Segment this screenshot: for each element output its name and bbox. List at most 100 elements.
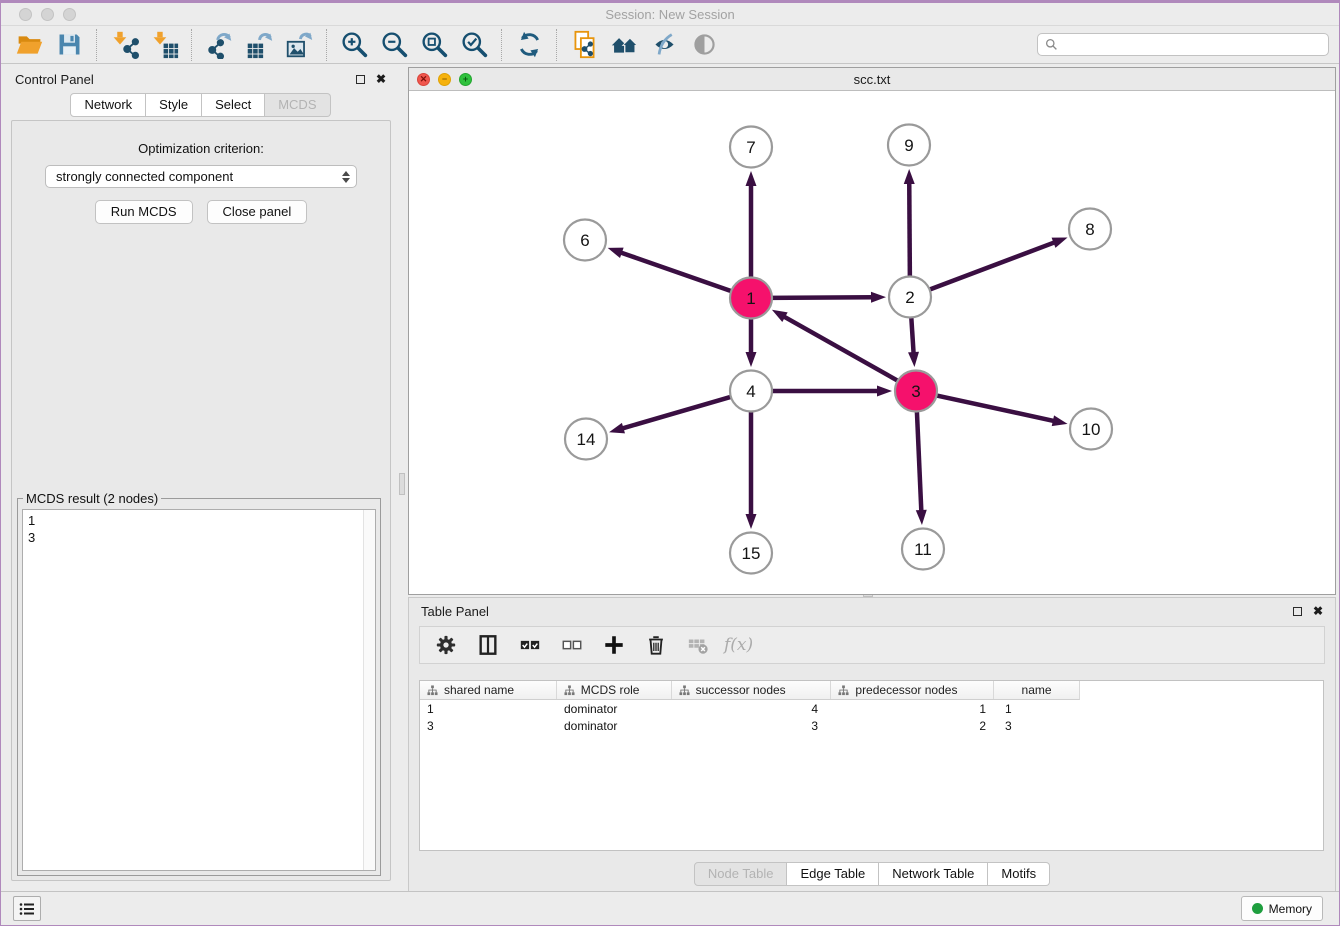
- cell-predecessor-nodes: 2: [832, 719, 995, 733]
- table-panel: Table Panel ✖: [408, 597, 1336, 892]
- refresh-icon[interactable]: [509, 29, 549, 61]
- graph-edge[interactable]: [928, 242, 1056, 290]
- graph-edge-arrowhead: [746, 171, 757, 186]
- vertical-splitter[interactable]: [399, 473, 405, 495]
- cell-predecessor-nodes: 1: [832, 702, 995, 716]
- graph-edge[interactable]: [917, 410, 922, 512]
- delete-column-trash-icon[interactable]: [640, 630, 672, 660]
- graph-node-label: 7: [746, 138, 755, 157]
- tab-style[interactable]: Style: [146, 93, 202, 117]
- graph-edge[interactable]: [911, 316, 913, 354]
- create-column-plus-icon[interactable]: [598, 630, 630, 660]
- hide-graphics-details-icon[interactable]: [644, 29, 684, 61]
- tab-mcds[interactable]: MCDS: [265, 93, 330, 117]
- zoom-out-icon[interactable]: [374, 29, 414, 61]
- status-bar: Memory: [1, 891, 1339, 925]
- export-table-icon[interactable]: [239, 29, 279, 61]
- node-table-header-row: shared name MCDS role successor nodes pr…: [420, 681, 1080, 700]
- main-toolbar: [1, 26, 1339, 64]
- column-header-mcds-role[interactable]: MCDS role: [557, 681, 672, 699]
- network-view-window: ✕ − + scc.txt 7968124314101511: [408, 67, 1336, 595]
- tab-select[interactable]: Select: [202, 93, 265, 117]
- table-row[interactable]: 1 dominator 4 1 1: [420, 701, 1323, 717]
- search-input[interactable]: [1063, 38, 1321, 52]
- cell-shared-name: 3: [420, 719, 557, 733]
- control-panel-tabs: Network Style Select MCDS: [1, 93, 400, 117]
- titlebar: Session: New Session: [1, 3, 1339, 26]
- graph-edge-arrowhead: [908, 352, 919, 367]
- column-header-successor-nodes[interactable]: successor nodes: [672, 681, 832, 699]
- tab-edge-table[interactable]: Edge Table: [787, 862, 879, 886]
- export-network-icon[interactable]: [199, 29, 239, 61]
- cell-successor-nodes: 4: [672, 702, 832, 716]
- close-panel-icon[interactable]: ✖: [1313, 605, 1323, 617]
- zoom-fit-icon[interactable]: [414, 29, 454, 61]
- zoom-in-icon[interactable]: [334, 29, 374, 61]
- graph-node-label: 8: [1085, 220, 1094, 239]
- memory-status-icon: [1252, 903, 1263, 914]
- graph-node-label: 1: [746, 289, 755, 308]
- network-window-title: scc.txt: [409, 72, 1335, 87]
- show-columns-icon[interactable]: [472, 630, 504, 660]
- cell-name: 1: [995, 702, 1080, 716]
- cell-mcds-role: dominator: [557, 719, 672, 733]
- home-network-icon[interactable]: [604, 29, 644, 61]
- column-header-name[interactable]: name: [994, 681, 1079, 699]
- mcds-result-line: 3: [28, 529, 370, 546]
- float-panel-icon[interactable]: [1293, 607, 1302, 616]
- graph-svg: 7968124314101511: [409, 91, 1334, 594]
- delete-table-icon: [682, 630, 714, 660]
- hierarchy-icon: [427, 685, 438, 696]
- window-title: Session: New Session: [1, 7, 1339, 22]
- graph-edge[interactable]: [909, 182, 910, 278]
- function-builder-icon: f(x): [724, 635, 753, 655]
- graph-edge[interactable]: [783, 316, 899, 382]
- optimization-criterion-select[interactable]: strongly connected component: [45, 165, 357, 188]
- graph-edge-arrowhead: [609, 423, 625, 434]
- float-panel-icon[interactable]: [356, 75, 365, 84]
- show-graphics-details-icon[interactable]: [684, 29, 724, 61]
- memory-button[interactable]: Memory: [1241, 896, 1323, 921]
- cell-mcds-role: dominator: [557, 702, 672, 716]
- graph-edge[interactable]: [935, 395, 1055, 421]
- graph-node-label: 4: [746, 382, 755, 401]
- graph-edge[interactable]: [770, 297, 873, 298]
- import-table-icon[interactable]: [144, 29, 184, 61]
- select-all-columns-icon[interactable]: [514, 630, 546, 660]
- import-network-icon[interactable]: [104, 29, 144, 61]
- tab-network-table[interactable]: Network Table: [879, 862, 988, 886]
- graph-edge[interactable]: [620, 252, 733, 292]
- graph-node-label: 2: [905, 288, 914, 307]
- search-box[interactable]: [1037, 33, 1329, 56]
- close-panel-button[interactable]: Close panel: [207, 200, 308, 224]
- memory-label: Memory: [1269, 902, 1312, 916]
- run-mcds-button[interactable]: Run MCDS: [95, 200, 193, 224]
- save-session-icon[interactable]: [49, 29, 89, 61]
- toolbar-separator: [96, 29, 97, 61]
- column-header-predecessor-nodes[interactable]: predecessor nodes: [831, 681, 994, 699]
- graph-node-label: 6: [580, 231, 589, 250]
- close-panel-icon[interactable]: ✖: [376, 73, 386, 85]
- task-history-button[interactable]: [13, 896, 41, 921]
- column-header-shared-name[interactable]: shared name: [420, 681, 557, 699]
- graph-node-label: 14: [577, 430, 596, 449]
- open-session-icon[interactable]: [9, 29, 49, 61]
- graph-node-label: 3: [911, 382, 920, 401]
- mcds-result-line: 1: [28, 512, 370, 529]
- tab-motifs[interactable]: Motifs: [988, 862, 1050, 886]
- tab-network[interactable]: Network: [70, 93, 146, 117]
- graph-edge-arrowhead: [904, 169, 915, 184]
- zoom-selected-icon[interactable]: [454, 29, 494, 61]
- export-image-icon[interactable]: [279, 29, 319, 61]
- table-row[interactable]: 3 dominator 3 2 3: [420, 718, 1323, 734]
- optimization-criterion-label: Optimization criterion:: [12, 141, 390, 156]
- mcds-result-text[interactable]: 1 3: [22, 509, 376, 871]
- node-table[interactable]: shared name MCDS role successor nodes pr…: [419, 680, 1324, 851]
- graph-edge[interactable]: [622, 396, 733, 428]
- result-scrollbar[interactable]: [363, 510, 375, 870]
- copy-network-icon[interactable]: [564, 29, 604, 61]
- table-settings-gear-icon[interactable]: [430, 630, 462, 660]
- tab-node-table[interactable]: Node Table: [694, 862, 788, 886]
- network-canvas[interactable]: 7968124314101511: [409, 91, 1335, 594]
- deselect-all-columns-icon[interactable]: [556, 630, 588, 660]
